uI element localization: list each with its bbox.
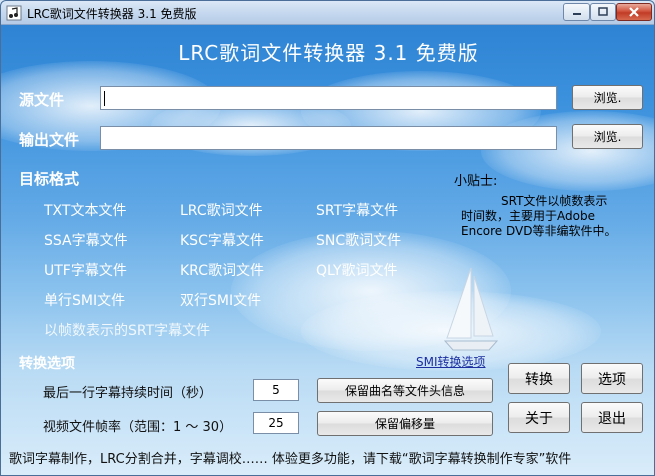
framerate-label: 视频文件帧率（范围：1 ～ 30）	[43, 420, 233, 435]
minimize-button[interactable]	[563, 3, 590, 21]
output-file-label: 输出文件	[19, 131, 80, 149]
app-heading: LRC歌词文件转换器 3.1 免费版	[178, 41, 479, 65]
format-option-smi-single[interactable]: 单行SMI文件	[44, 290, 125, 310]
format-option-smi-double[interactable]: 双行SMI文件	[180, 290, 261, 310]
output-browse-button[interactable]: 浏览.	[572, 124, 643, 149]
sailboat-icon	[443, 267, 499, 351]
conversion-options-label: 转换选项	[19, 356, 75, 372]
source-browse-button[interactable]: 浏览.	[572, 85, 643, 110]
last-line-duration-input[interactable]: 5	[253, 379, 299, 401]
close-button[interactable]	[616, 3, 652, 21]
framerate-input[interactable]: 25	[253, 412, 299, 434]
text-caret	[104, 91, 105, 106]
minimize-icon	[572, 13, 581, 15]
tip-title: 小贴士:	[454, 174, 498, 189]
convert-button[interactable]: 转换	[508, 363, 570, 394]
title-bar[interactable]: LRC歌词文件转换器 3.1 免费版	[1, 1, 654, 25]
options-button[interactable]: 选项	[581, 363, 643, 394]
target-format-label: 目标格式	[19, 170, 80, 188]
app-icon	[6, 5, 22, 21]
maximize-icon	[598, 7, 608, 16]
window-title: LRC歌词文件转换器 3.1 免费版	[27, 7, 197, 21]
format-option-srt[interactable]: SRT字幕文件	[316, 200, 398, 220]
format-option-txt[interactable]: TXT文本文件	[44, 200, 126, 220]
format-option-srt-frames[interactable]: 以帧数表示的SRT字幕文件	[44, 320, 210, 340]
format-option-ssa[interactable]: SSA字幕文件	[44, 230, 128, 250]
about-button[interactable]: 关于	[508, 402, 570, 433]
format-option-lrc[interactable]: LRC歌词文件	[180, 200, 263, 220]
keep-header-button[interactable]: 保留曲名等文件头信息	[317, 378, 493, 403]
source-file-input[interactable]	[100, 86, 557, 110]
format-option-snc[interactable]: SNC歌词文件	[316, 230, 401, 250]
maximize-button[interactable]	[590, 3, 616, 21]
last-line-duration-label: 最后一行字幕持续时间（秒）	[43, 386, 213, 401]
format-option-utf[interactable]: UTF字幕文件	[44, 260, 127, 280]
tip-line: Encore DVD等非编软件中。	[461, 224, 617, 238]
keep-offset-button[interactable]: 保留偏移量	[317, 411, 493, 436]
footer-promo-text[interactable]: 歌词字幕制作，LRC分割合并，字幕调校…… 体验更多功能，请下载“歌词字幕转换制…	[9, 448, 571, 467]
exit-button[interactable]: 退出	[581, 402, 643, 433]
cloud-decoration	[481, 111, 654, 191]
smi-options-link[interactable]: SMI转换选项	[416, 353, 486, 370]
output-file-input[interactable]	[100, 126, 557, 150]
source-file-label: 源文件	[19, 91, 65, 109]
close-icon	[629, 7, 639, 17]
format-option-krc[interactable]: KRC歌词文件	[180, 260, 264, 280]
format-option-ksc[interactable]: KSC字幕文件	[180, 230, 264, 250]
format-option-qly[interactable]: QLY歌词文件	[316, 260, 398, 280]
app-window: LRC歌词文件转换器 3.1 免费版 LRC歌词文件转换器 3.1 免费版 源文…	[0, 0, 655, 476]
